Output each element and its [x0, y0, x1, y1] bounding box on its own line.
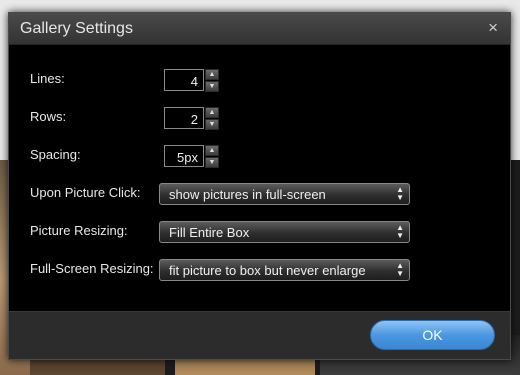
- lines-stepper: ▲ ▼: [205, 69, 219, 92]
- close-icon[interactable]: ×: [488, 19, 498, 36]
- rows-stepper: ▲ ▼: [205, 107, 219, 130]
- chevron-down-icon[interactable]: ▼: [205, 157, 219, 168]
- chevron-up-icon[interactable]: ▲: [205, 107, 219, 118]
- chevron-up-icon[interactable]: ▲: [205, 145, 219, 156]
- upon-click-label: Upon Picture Click:: [30, 185, 141, 200]
- upon-click-value: show pictures in full-screen: [169, 187, 326, 202]
- chevron-up-icon[interactable]: ▲: [205, 69, 219, 80]
- chevron-down-icon[interactable]: ▼: [205, 81, 219, 92]
- dialog-titlebar: Gallery Settings ×: [9, 13, 510, 45]
- fullscreen-resizing-label: Full-Screen Resizing:: [30, 261, 154, 276]
- select-arrows-icon: ▲ ▼: [396, 261, 404, 278]
- spacing-input[interactable]: [164, 145, 204, 167]
- upon-click-select[interactable]: show pictures in full-screen ▲ ▼: [159, 183, 410, 205]
- picture-resizing-value: Fill Entire Box: [169, 225, 250, 240]
- select-arrows-icon: ▲ ▼: [396, 185, 404, 202]
- rows-input[interactable]: [164, 107, 204, 129]
- lines-input[interactable]: [164, 69, 204, 91]
- fullscreen-resizing-value: fit picture to box but never enlarge: [169, 263, 366, 278]
- ok-button[interactable]: OK: [370, 320, 495, 350]
- dialog-footer: OK: [9, 311, 510, 359]
- lines-label: Lines:: [30, 71, 65, 86]
- fullscreen-resizing-select[interactable]: fit picture to box but never enlarge ▲ ▼: [159, 259, 410, 281]
- gallery-settings-dialog: Gallery Settings × Lines: ▲ ▼ Rows: ▲ ▼ …: [8, 12, 511, 360]
- rows-label: Rows:: [30, 109, 67, 124]
- select-arrows-icon: ▲ ▼: [396, 223, 404, 240]
- dialog-title: Gallery Settings: [20, 20, 133, 37]
- chevron-down-icon[interactable]: ▼: [205, 119, 219, 130]
- spacing-stepper: ▲ ▼: [205, 145, 219, 168]
- picture-resizing-label: Picture Resizing:: [30, 223, 128, 238]
- spacing-label: Spacing:: [30, 147, 81, 162]
- picture-resizing-select[interactable]: Fill Entire Box ▲ ▼: [159, 221, 410, 243]
